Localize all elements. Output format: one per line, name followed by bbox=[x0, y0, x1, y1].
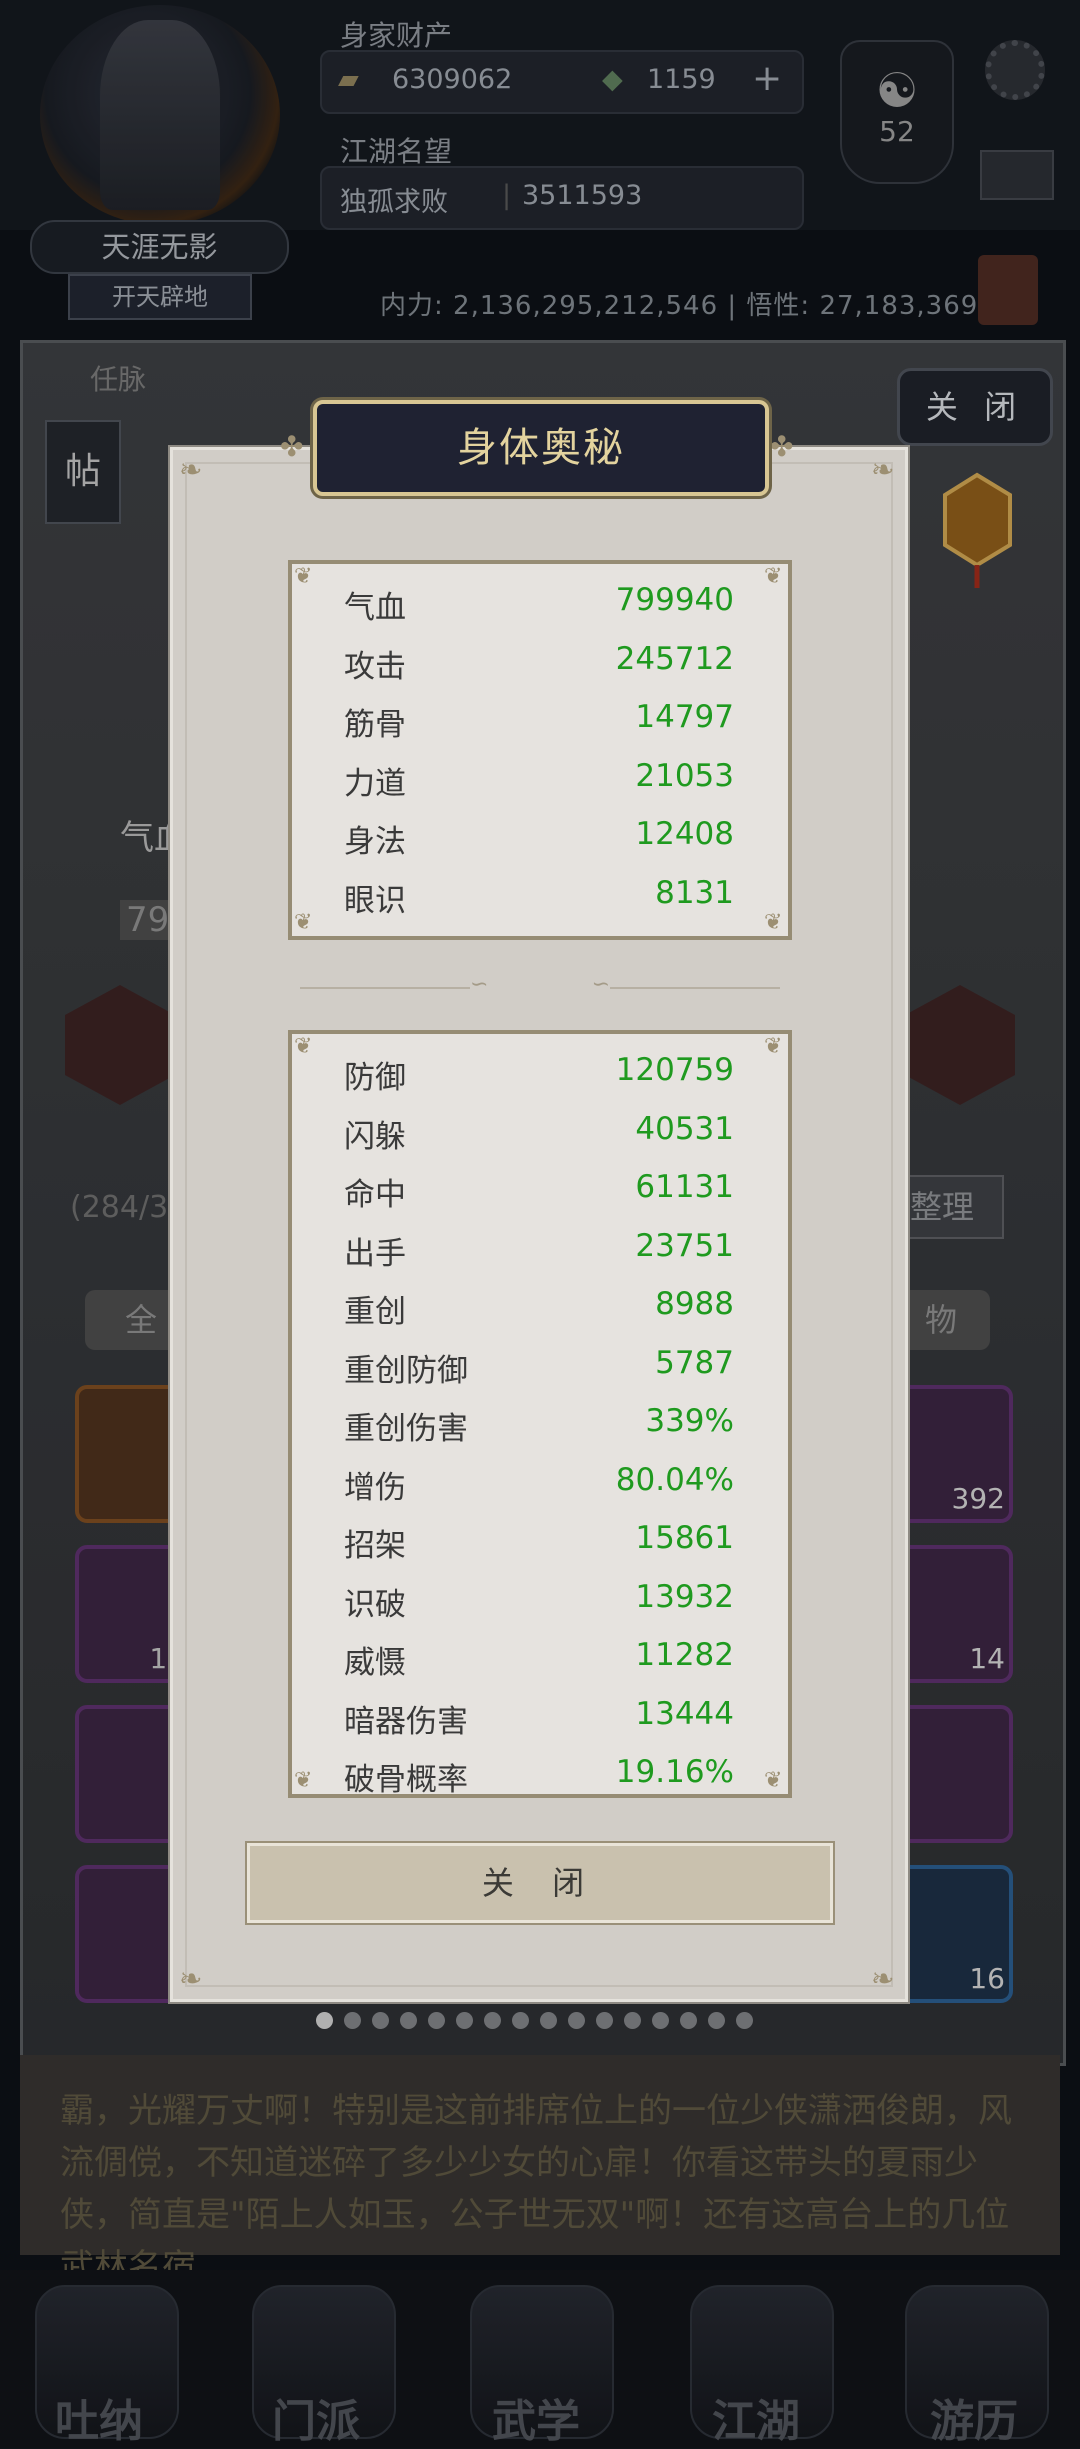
stat-row: 攻击 245712 bbox=[344, 641, 734, 699]
corner-ornament-icon: ❧ bbox=[179, 453, 203, 486]
stat-name: 重创防御 bbox=[344, 1352, 468, 1389]
stat-value: 13444 bbox=[635, 1695, 734, 1732]
stat-row: 重创 8988 bbox=[344, 1286, 734, 1344]
stat-row: 气血 799940 bbox=[344, 582, 734, 640]
stat-row: 暗器伤害 13444 bbox=[344, 1696, 734, 1754]
stat-name: 攻击 bbox=[344, 648, 406, 685]
corner-ornament-icon: ❧ bbox=[179, 1962, 203, 1995]
stat-row: 闪躲 40531 bbox=[344, 1111, 734, 1169]
divider-line bbox=[610, 987, 780, 989]
stat-name: 防御 bbox=[344, 1060, 406, 1096]
stat-value: 8131 bbox=[655, 874, 734, 911]
stat-value: 19.16% bbox=[615, 1754, 734, 1790]
corner-ornament-icon: ❦ bbox=[294, 1768, 313, 1793]
stat-value: 23751 bbox=[635, 1227, 734, 1264]
stat-row: 眼识 8131 bbox=[344, 875, 734, 933]
stat-name: 威慑 bbox=[344, 1645, 406, 1681]
stat-row: 出手 23751 bbox=[344, 1228, 734, 1286]
corner-ornament-icon: ❧ bbox=[871, 453, 895, 486]
stat-name: 身法 bbox=[344, 824, 406, 860]
stat-name: 出手 bbox=[344, 1235, 406, 1272]
stat-value: 11282 bbox=[635, 1637, 734, 1673]
stat-name: 气血 bbox=[344, 590, 406, 626]
stat-row: 增伤 80.04% bbox=[344, 1462, 734, 1520]
corner-ornament-icon: ❦ bbox=[764, 1034, 783, 1059]
corner-ornament-icon: ❧ bbox=[871, 1962, 895, 1995]
corner-ornament-icon: ❦ bbox=[764, 1768, 783, 1793]
stat-row: 防御 120759 bbox=[344, 1052, 734, 1110]
stat-name: 破骨概率 bbox=[344, 1762, 468, 1798]
stat-value: 80.04% bbox=[615, 1461, 734, 1498]
stat-value: 120759 bbox=[615, 1052, 734, 1088]
stat-row: 招架 15861 bbox=[344, 1520, 734, 1578]
stat-row: 破骨概率 19.16% bbox=[344, 1754, 734, 1798]
stat-name: 命中 bbox=[344, 1177, 406, 1213]
stat-value: 61131 bbox=[635, 1169, 734, 1205]
stat-name: 筋骨 bbox=[344, 707, 406, 743]
corner-ornament-icon: ❦ bbox=[764, 910, 783, 935]
stat-value: 14797 bbox=[635, 699, 734, 735]
divider-line bbox=[300, 987, 470, 989]
stat-name: 暗器伤害 bbox=[344, 1703, 468, 1740]
stat-value: 5787 bbox=[655, 1344, 734, 1381]
stat-name: 闪躲 bbox=[344, 1118, 406, 1155]
corner-ornament-icon: ❦ bbox=[764, 564, 783, 589]
stat-row: 身法 12408 bbox=[344, 816, 734, 874]
corner-ornament-icon: ❦ bbox=[294, 910, 313, 935]
stat-row: 命中 61131 bbox=[344, 1169, 734, 1227]
stat-name: 招架 bbox=[344, 1528, 406, 1564]
stat-name: 眼识 bbox=[344, 882, 406, 919]
stat-row: 重创防御 5787 bbox=[344, 1345, 734, 1403]
stat-value: 12408 bbox=[635, 816, 734, 852]
stat-value: 40531 bbox=[635, 1110, 734, 1147]
stat-name: 力道 bbox=[344, 765, 406, 802]
dialog-title: 身体奥秘 bbox=[457, 425, 625, 471]
corner-ornament-icon: ❦ bbox=[294, 1034, 313, 1059]
primary-stats-panel: ❦ ❦ ❦ ❦ 气血 799940 攻击 245712 筋骨 14797 力道 21053 身法… bbox=[288, 560, 792, 940]
stat-name: 增伤 bbox=[344, 1469, 406, 1506]
stat-value: 339% bbox=[645, 1403, 734, 1439]
stat-value: 21053 bbox=[635, 757, 734, 794]
stat-value: 13932 bbox=[635, 1578, 734, 1615]
corner-ornament-icon: ❦ bbox=[294, 564, 313, 589]
stat-row: 力道 21053 bbox=[344, 758, 734, 816]
stat-value: 15861 bbox=[635, 1520, 734, 1556]
stat-row: 重创伤害 339% bbox=[344, 1403, 734, 1461]
stat-row: 威慑 11282 bbox=[344, 1637, 734, 1695]
stat-value: 8988 bbox=[655, 1286, 734, 1322]
close-button[interactable]: 关 闭 bbox=[247, 1843, 833, 1923]
stat-name: 重创伤害 bbox=[344, 1411, 468, 1447]
divider-ornament-icon: ∽ bbox=[591, 972, 610, 997]
stat-row: 筋骨 14797 bbox=[344, 699, 734, 757]
stat-value: 799940 bbox=[615, 582, 734, 618]
stat-name: 重创 bbox=[344, 1294, 406, 1330]
stat-name: 识破 bbox=[344, 1586, 406, 1623]
stat-value: 245712 bbox=[615, 640, 734, 677]
divider-ornament-icon: ∽ bbox=[470, 972, 489, 997]
section-divider: ∽ ∽ bbox=[300, 972, 780, 997]
dialog-title-box: 身体奥秘 bbox=[313, 400, 769, 496]
stat-row: 识破 13932 bbox=[344, 1579, 734, 1637]
title-wing-right-icon: ✤ bbox=[770, 430, 794, 463]
secondary-stats-panel[interactable]: ❦ ❦ ❦ ❦ 防御 120759 闪躲 40531 命中 61131 出手 23751 重创 8… bbox=[288, 1030, 792, 1798]
